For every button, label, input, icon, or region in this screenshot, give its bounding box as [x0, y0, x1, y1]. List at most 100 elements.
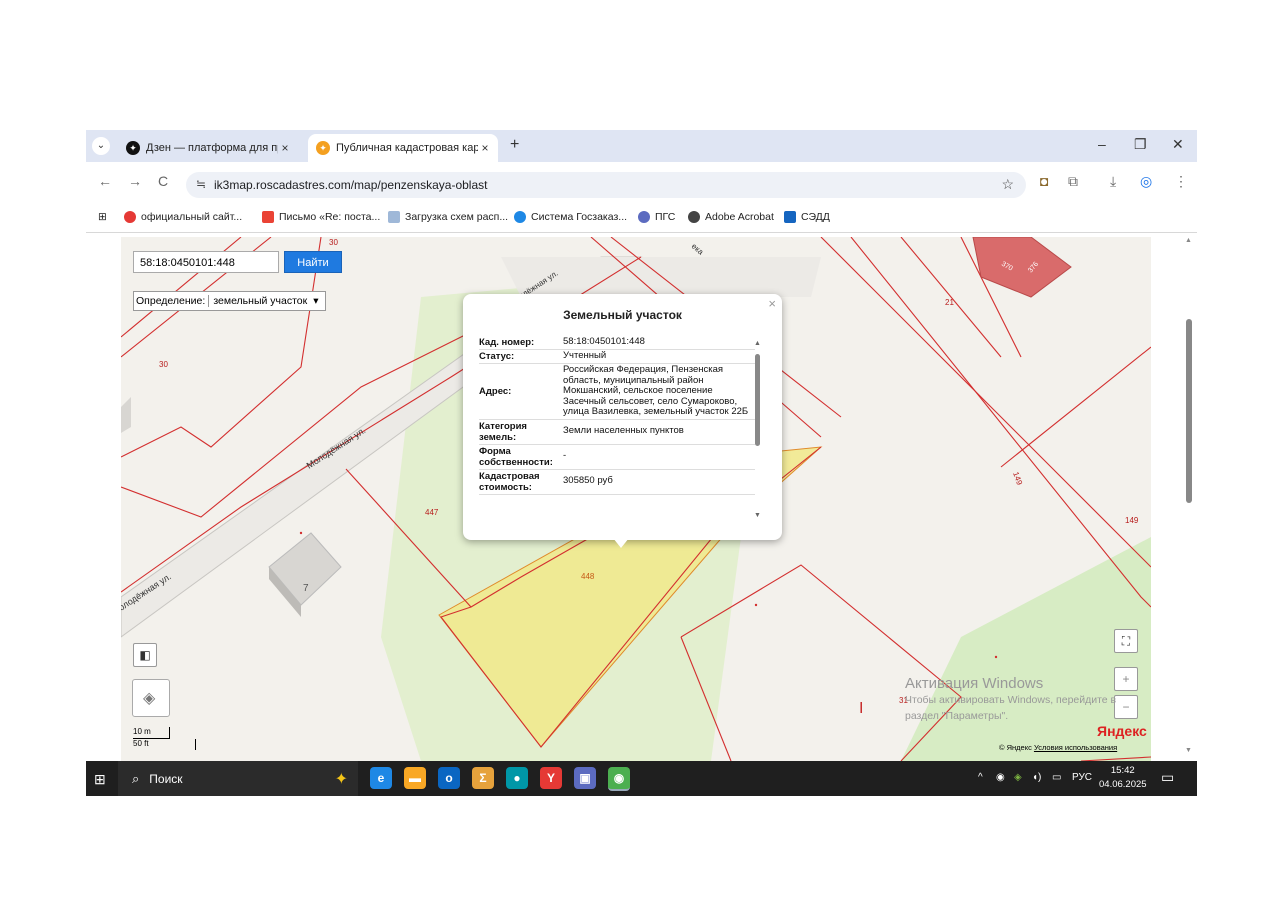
restore-button[interactable]: ❐ [1134, 136, 1147, 153]
bookmark-item[interactable]: ПГС [638, 211, 675, 223]
definition-selector[interactable]: Определение: земельный участок ▾ [133, 291, 326, 311]
cadastral-search-input[interactable]: 58:18:0450101:448 [133, 251, 279, 273]
map-point [299, 531, 303, 535]
info-key: Кад. номер: [479, 337, 535, 348]
network-icon[interactable]: ▭ [1052, 772, 1061, 783]
scroll-down-icon[interactable]: ▼ [1185, 747, 1192, 754]
extensions-puzzle-icon[interactable]: ⧉ [1068, 173, 1078, 190]
file-explorer-icon[interactable]: ▬ [404, 767, 426, 789]
activation-title: Активация Windows [905, 675, 1044, 692]
outlook-app-icon[interactable]: o [438, 767, 460, 789]
mail-icon [262, 211, 274, 223]
apps-grid-icon[interactable]: ⊞ [98, 211, 107, 223]
tab-search-icon[interactable]: ⌄ [92, 137, 110, 155]
tray-shield-icon[interactable]: ◈ [1014, 772, 1022, 783]
find-button[interactable]: Найти [284, 251, 342, 273]
info-row: Категория земель: Земли населенных пункто… [479, 420, 755, 445]
zoom-in-button[interactable]: + [1114, 667, 1138, 691]
info-value: Учтенный [563, 350, 607, 361]
definition-select[interactable]: земельный участок ▾ [208, 295, 322, 307]
page-scroll-thumb[interactable] [1186, 319, 1192, 503]
tab-cadastral-map[interactable]: ✦ Публичная кадастровая карта × [308, 134, 498, 162]
parcel-number-label: 21 [945, 298, 954, 307]
info-row: Кад. номер: 58:18:0450101:448 [479, 336, 755, 350]
dzen-favicon-icon: ✦ [126, 141, 140, 155]
activation-text: Чтобы активировать Windows, перейдите в [905, 694, 1117, 706]
download-icon[interactable]: ⤓ [1110, 173, 1116, 190]
minimize-button[interactable]: – [1098, 136, 1106, 152]
windows-start-icon[interactable]: ⊞ [94, 771, 106, 788]
tab-dzen[interactable]: ✦ Дзен — платформа для просм × [118, 134, 298, 162]
parcel-number-label: 149 [1125, 516, 1139, 525]
tab-title: Публичная кадастровая карта [336, 142, 478, 154]
layers-button[interactable]: ◈ [132, 679, 170, 717]
edge-app-icon[interactable]: e [370, 767, 392, 789]
building-number-label: 7 [303, 583, 309, 594]
activation-text: раздел "Параметры". [905, 710, 1009, 722]
forward-button[interactable]: → [128, 173, 142, 189]
parcel-number-label: 30 [329, 238, 338, 247]
bookmark-label: Загрузка схем расп... [405, 211, 509, 223]
new-tab-button[interactable]: + [510, 136, 519, 154]
scroll-up-icon[interactable]: ▲ [754, 340, 761, 347]
language-indicator[interactable]: РУС [1072, 772, 1092, 783]
popup-scroll-thumb[interactable] [755, 354, 760, 446]
bookmark-item[interactable]: официальный сайт... [124, 211, 242, 223]
sigma-app-icon[interactable]: Σ [472, 767, 494, 789]
bookmarks-bar: ⊞ официальный сайт... Письмо «Re: поста.… [86, 206, 1197, 233]
extension-icon[interactable]: ◘ [1040, 173, 1048, 189]
scroll-down-icon[interactable]: ▼ [754, 512, 761, 519]
address-bar[interactable]: ≒ ik3map.roscadastres.com/map/penzenskay… [186, 172, 1026, 198]
map-attribution: © Яндекс Условия использования [999, 743, 1117, 752]
page-scrollbar[interactable]: ▲ ▼ [1181, 233, 1197, 761]
info-value: 305850 руб [563, 475, 613, 487]
clock-date: 04.06.2025 [1099, 779, 1147, 790]
tray-app-icon[interactable]: ◉ [996, 772, 1005, 783]
bookmark-item[interactable]: Загрузка схем расп... [388, 211, 508, 223]
bookmark-favicon-icon [124, 211, 136, 223]
system-clock[interactable]: 15:42 04.06.2025 [1099, 764, 1147, 792]
terms-link[interactable]: Условия использования [1034, 743, 1117, 752]
popup-pointer [613, 538, 629, 548]
taskbar-search[interactable]: ⌕ Поиск ✦ [118, 761, 358, 796]
bookmark-item[interactable]: Adobe Acrobat [688, 211, 774, 223]
info-value: - [563, 450, 567, 462]
cadastral-map[interactable]: Молодёжная ул. олодёжная ул. одёжная ул.… [121, 237, 1151, 761]
bookmark-item[interactable]: Система Госзаказ... [514, 211, 627, 223]
zoom-out-button[interactable]: − [1114, 695, 1138, 719]
windows-activation-watermark: Активация Windows Чтобы активировать Win… [905, 675, 1116, 724]
yandex-browser-icon[interactable]: Y [540, 767, 562, 789]
edge-new-app-icon[interactable]: ● [506, 767, 528, 789]
back-button[interactable]: ← [98, 173, 112, 189]
parcel-info-table: Кад. номер: 58:18:0450101:448 Статус: Учте… [479, 336, 755, 526]
fullscreen-icon[interactable]: ⛶ [1114, 629, 1138, 653]
definition-value: земельный участок [213, 295, 308, 307]
profile-icon[interactable]: ◎ [1140, 173, 1152, 190]
info-key: Форма собственности: [479, 445, 553, 468]
tab-close-icon[interactable]: × [478, 141, 492, 155]
close-window-button[interactable]: ✕ [1172, 136, 1184, 153]
bookmark-item[interactable]: СЭДД [784, 211, 830, 223]
parcel-number-label: 448 [581, 572, 595, 581]
reload-button[interactable]: C [158, 173, 168, 189]
save-app-icon[interactable]: ▣ [574, 767, 596, 789]
scroll-up-icon[interactable]: ▲ [1185, 237, 1192, 244]
url-text[interactable]: ik3map.roscadastres.com/map/penzenskaya-… [214, 178, 487, 192]
ruler-icon[interactable]: ◧ [133, 643, 157, 667]
chrome-app-icon[interactable]: ◉ [608, 767, 630, 791]
scale-feet: 50 ft [133, 739, 196, 750]
tab-close-icon[interactable]: × [278, 141, 292, 155]
taskbar-search-label: Поиск [149, 771, 183, 786]
info-row: Форма собственности: - [479, 445, 755, 470]
site-info-icon[interactable]: ≒ [196, 177, 206, 191]
menu-kebab-icon[interactable]: ⋮ [1174, 173, 1188, 190]
popup-title: Земельный участок [563, 308, 682, 322]
bookmark-item[interactable]: Письмо «Re: поста... [262, 211, 380, 223]
notification-icon[interactable]: ▭ [1161, 769, 1174, 786]
tray-chevron-icon[interactable]: ^ [978, 772, 983, 783]
bookmark-label: официальный сайт... [141, 211, 243, 223]
popup-scrollbar[interactable]: ▲ ▼ [754, 340, 761, 520]
volume-icon[interactable]: ◖) [1032, 772, 1041, 783]
bookmark-star-icon[interactable]: ☆ [1001, 176, 1014, 193]
yandex-logo[interactable]: Яндекс [1097, 723, 1147, 739]
